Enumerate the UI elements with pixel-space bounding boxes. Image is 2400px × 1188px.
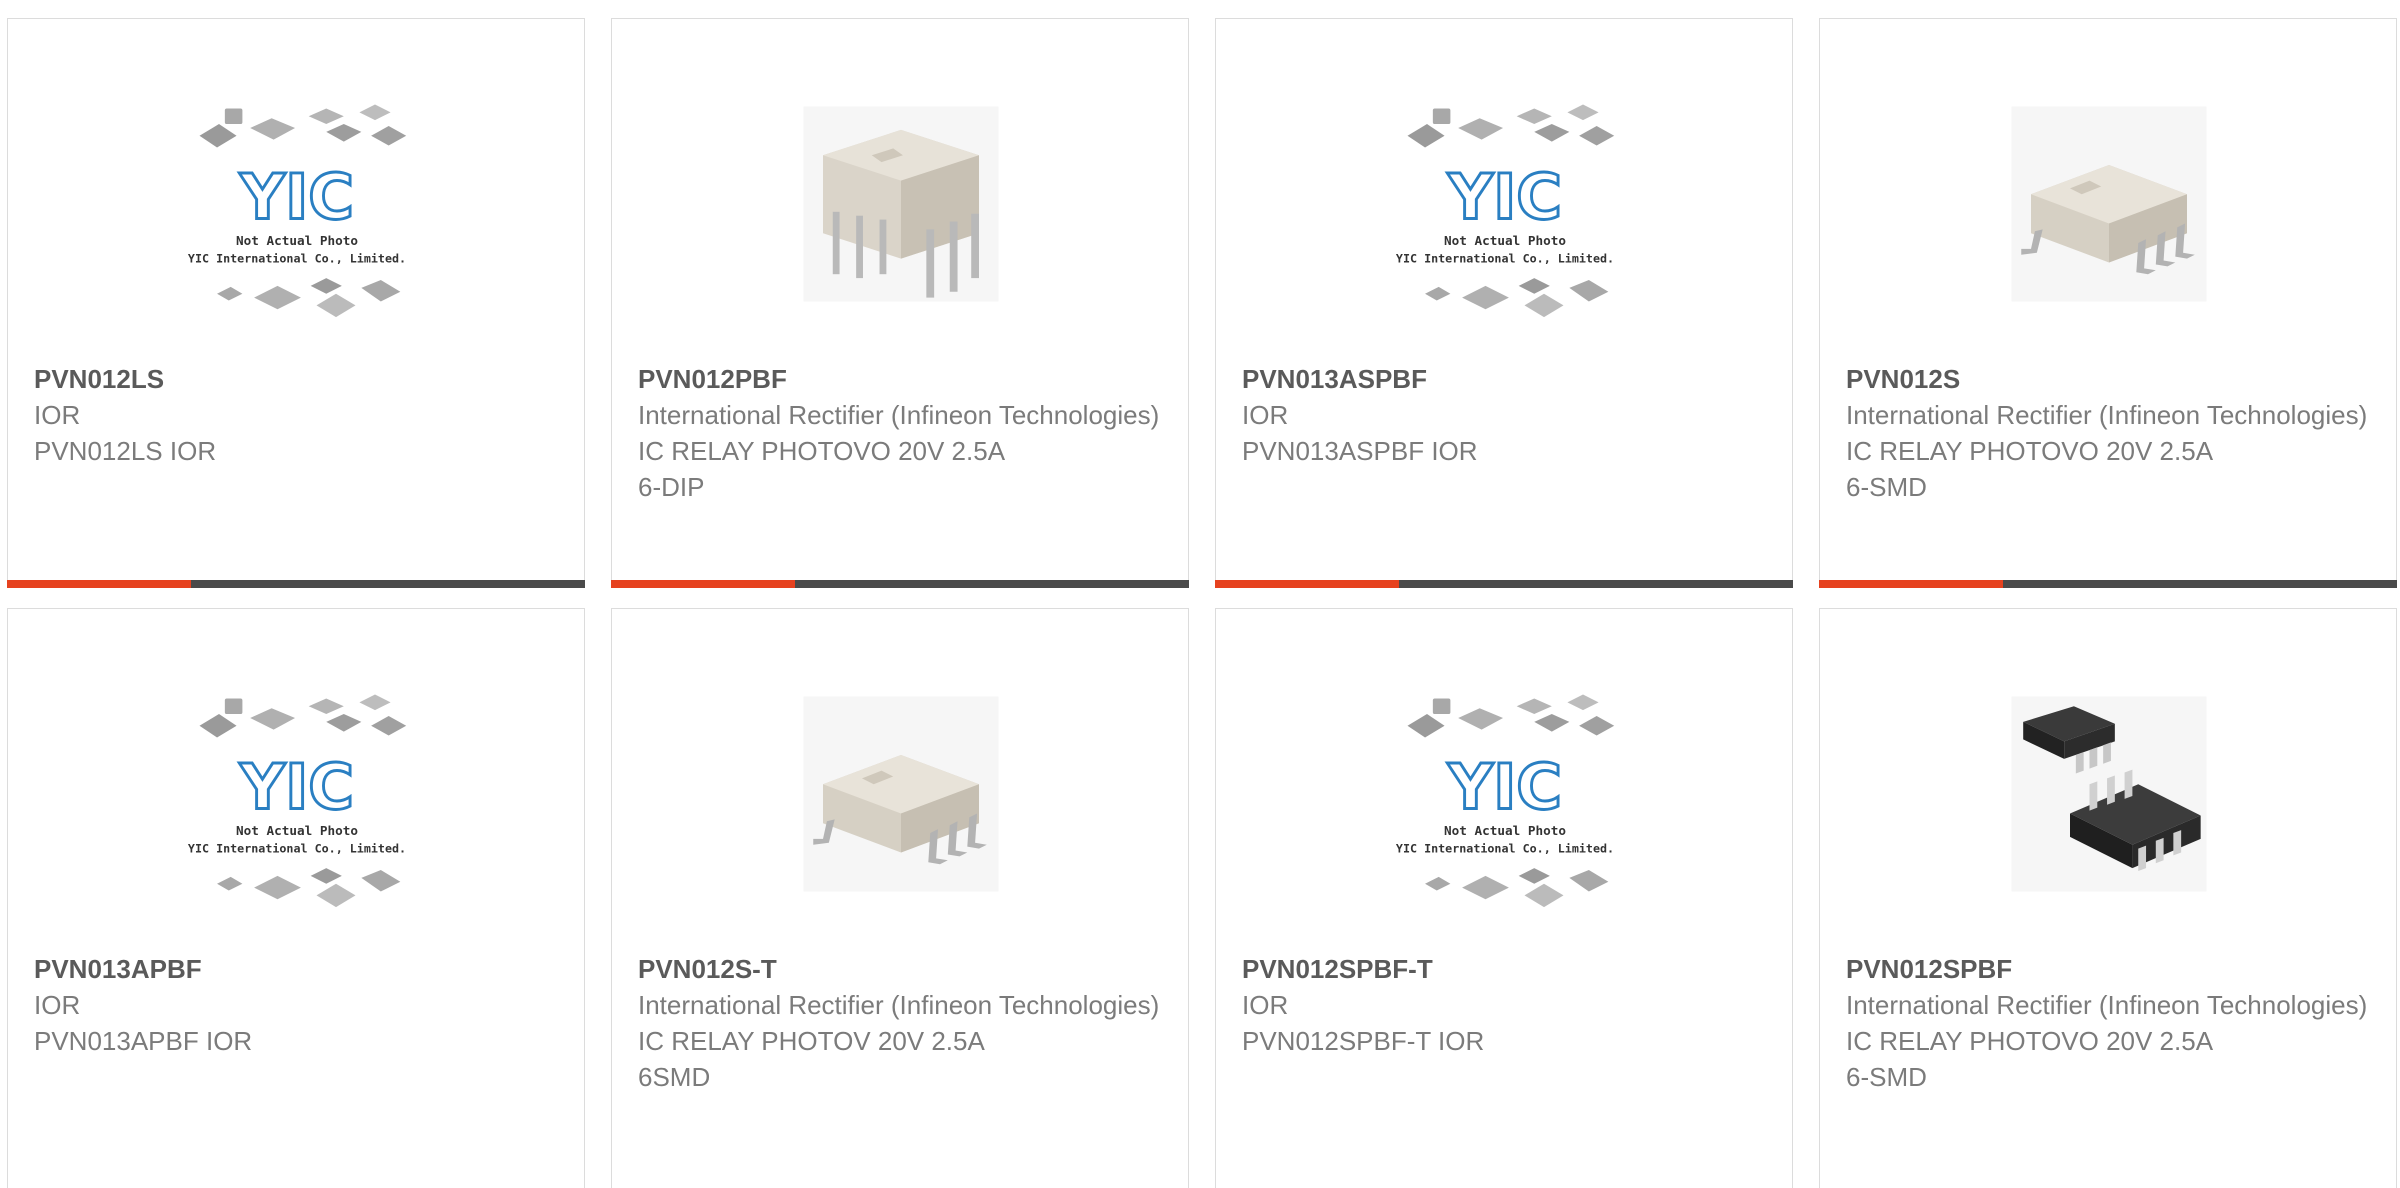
product-card[interactable]: YIC Not Actual Photo YIC International C… xyxy=(1215,608,1793,1188)
card-footer-bar xyxy=(1215,580,1793,588)
manufacturer: IOR xyxy=(1242,990,1289,1020)
placeholder-caption-1: Not Actual Photo xyxy=(1444,233,1566,248)
manufacturer: International Rectifier (Infineon Techno… xyxy=(1846,400,2368,430)
part-number[interactable]: PVN012S xyxy=(1846,361,2376,397)
product-info: PVN013ASPBF IOR PVN013ASPBF IOR xyxy=(1242,361,1772,469)
part-number[interactable]: PVN012SPBF xyxy=(1846,951,2376,987)
part-number[interactable]: PVN012PBF xyxy=(638,361,1168,397)
description: IC RELAY PHOTOV 20V 2.5A xyxy=(638,1026,985,1056)
product-info: PVN012PBF International Rectifier (Infin… xyxy=(638,361,1168,505)
card-footer-accent xyxy=(611,580,795,588)
product-info: PVN012SPBF-T IOR PVN012SPBF-T IOR xyxy=(1242,951,1772,1059)
dip6-white-image xyxy=(803,106,999,302)
part-number[interactable]: PVN013ASPBF xyxy=(1242,361,1772,397)
manufacturer: IOR xyxy=(34,400,81,430)
package: 6-DIP xyxy=(638,472,705,502)
card-footer-accent xyxy=(7,580,191,588)
placeholder-caption-2: YIC International Co., Limited. xyxy=(1396,842,1614,856)
card-footer-bar xyxy=(7,580,585,588)
product-card[interactable]: PVN012S-T International Rectifier (Infin… xyxy=(611,608,1189,1188)
card-footer-accent xyxy=(1819,580,2003,588)
description: IC RELAY PHOTOVO 20V 2.5A xyxy=(638,436,1006,466)
description: PVN013APBF IOR xyxy=(34,1026,253,1056)
part-number[interactable]: PVN012SPBF-T xyxy=(1242,951,1772,987)
placeholder-image: YIC Not Actual Photo YIC International C… xyxy=(188,104,407,318)
package: 6-SMD xyxy=(1846,1062,1927,1092)
placeholder-caption-2: YIC International Co., Limited. xyxy=(188,842,406,856)
product-info: PVN012LS IOR PVN012LS IOR xyxy=(34,361,564,469)
description: IC RELAY PHOTOVO 20V 2.5A xyxy=(1846,1026,2214,1056)
placeholder-logo: YIC xyxy=(239,161,354,234)
description: PVN012SPBF-T IOR xyxy=(1242,1026,1485,1056)
product-card[interactable]: YIC Not Actual Photo YIC International C… xyxy=(7,18,585,588)
placeholder-caption-2: YIC International Co., Limited. xyxy=(1396,252,1614,266)
placeholder-logo: YIC xyxy=(1447,161,1562,234)
product-info: PVN012S International Rectifier (Infineo… xyxy=(1846,361,2376,505)
product-info: PVN012SPBF International Rectifier (Infi… xyxy=(1846,951,2376,1095)
card-footer-accent xyxy=(1215,580,1399,588)
placeholder-logo: YIC xyxy=(1447,751,1562,824)
part-number[interactable]: PVN012LS xyxy=(34,361,564,397)
placeholder-image: YIC Not Actual Photo YIC International C… xyxy=(1396,104,1615,318)
manufacturer: International Rectifier (Infineon Techno… xyxy=(1846,990,2368,1020)
product-grid: YIC Not Actual Photo YIC International C… xyxy=(0,0,2400,1188)
product-card[interactable]: YIC Not Actual Photo YIC International C… xyxy=(1215,18,1793,588)
description: PVN013ASPBF IOR xyxy=(1242,436,1478,466)
smd6-black-image xyxy=(2011,696,2207,892)
product-card[interactable]: PVN012S International Rectifier (Infineo… xyxy=(1819,18,2397,588)
card-footer-bar xyxy=(611,580,1189,588)
smd6-white-image xyxy=(803,696,999,892)
manufacturer: International Rectifier (Infineon Techno… xyxy=(638,400,1160,430)
product-card[interactable]: YIC Not Actual Photo YIC International C… xyxy=(7,608,585,1188)
product-info: PVN013APBF IOR PVN013APBF IOR xyxy=(34,951,564,1059)
smd6-white-image xyxy=(2011,106,2207,302)
part-number[interactable]: PVN012S-T xyxy=(638,951,1168,987)
placeholder-caption-1: Not Actual Photo xyxy=(236,823,358,838)
card-footer-bar xyxy=(1819,580,2397,588)
placeholder-caption-2: YIC International Co., Limited. xyxy=(188,252,406,266)
package: 6-SMD xyxy=(1846,472,1927,502)
product-card[interactable]: PVN012SPBF International Rectifier (Infi… xyxy=(1819,608,2397,1188)
description: IC RELAY PHOTOVO 20V 2.5A xyxy=(1846,436,2214,466)
placeholder-image: YIC Not Actual Photo YIC International C… xyxy=(1396,694,1615,908)
product-info: PVN012S-T International Rectifier (Infin… xyxy=(638,951,1168,1095)
package: 6SMD xyxy=(638,1062,711,1092)
manufacturer: IOR xyxy=(34,990,81,1020)
placeholder-logo: YIC xyxy=(239,751,354,824)
placeholder-image: YIC Not Actual Photo YIC International C… xyxy=(188,694,407,908)
placeholder-caption-1: Not Actual Photo xyxy=(236,233,358,248)
product-card[interactable]: PVN012PBF International Rectifier (Infin… xyxy=(611,18,1189,588)
part-number[interactable]: PVN013APBF xyxy=(34,951,564,987)
placeholder-caption-1: Not Actual Photo xyxy=(1444,823,1566,838)
manufacturer: International Rectifier (Infineon Techno… xyxy=(638,990,1160,1020)
description: PVN012LS IOR xyxy=(34,436,217,466)
manufacturer: IOR xyxy=(1242,400,1289,430)
